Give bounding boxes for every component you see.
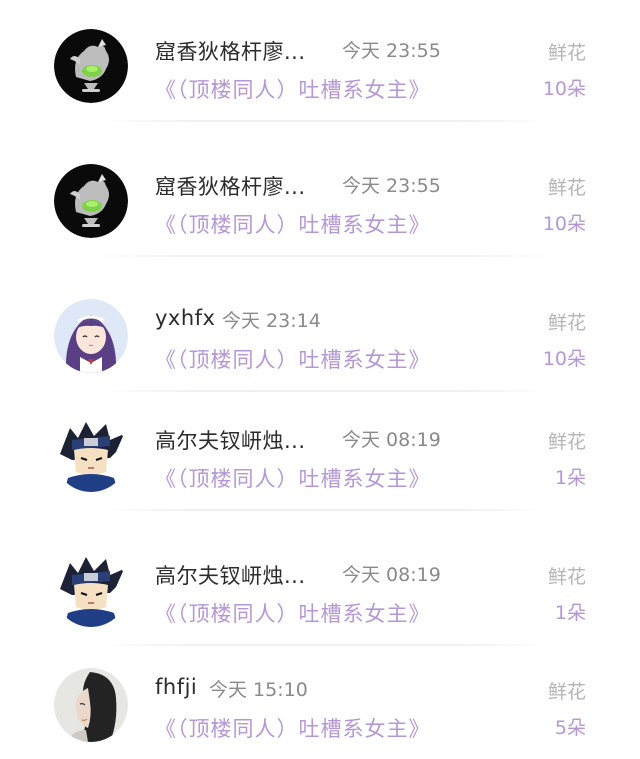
gift-type-label: 鲜花 — [547, 312, 586, 334]
timestamp: 今天 15:10 — [209, 679, 308, 701]
ninja-avatar-icon[interactable] — [54, 553, 128, 627]
list-item[interactable]: 高尔夫钗岍烛... 今天 08:19 《（顶楼同人）吐槽系女主》 鲜花 1朵 — [0, 524, 640, 644]
divider — [100, 509, 550, 511]
ninja-avatar-icon[interactable] — [54, 418, 128, 492]
rooster-avatar-icon[interactable] — [54, 164, 128, 238]
timestamp: 今天 23:55 — [342, 40, 441, 62]
book-title-link[interactable]: 《（顶楼同人）吐槽系女主》 — [155, 344, 431, 374]
timestamp: 今天 08:19 — [342, 564, 441, 586]
rooster-avatar-icon[interactable] — [54, 29, 128, 103]
username[interactable]: 高尔夫钗岍烛... — [155, 560, 306, 590]
gift-type-label: 鲜花 — [547, 42, 586, 64]
anime-girl-avatar-icon[interactable] — [54, 299, 128, 373]
username[interactable]: 窟香狄格杆廖... — [155, 171, 306, 201]
book-title-link[interactable]: 《（顶楼同人）吐槽系女主》 — [155, 598, 431, 628]
list-item[interactable]: 窟香狄格杆廖... 今天 23:55 《（顶楼同人）吐槽系女主》 鲜花 10朵 — [0, 0, 640, 120]
username[interactable]: yxhfx — [155, 306, 216, 330]
list-item[interactable]: 窟香狄格杆廖... 今天 23:55 《（顶楼同人）吐槽系女主》 鲜花 10朵 — [0, 135, 640, 255]
username[interactable]: 窟香狄格杆廖... — [155, 36, 306, 66]
gift-count: 10朵 — [542, 348, 586, 370]
divider — [100, 255, 550, 257]
gift-count: 10朵 — [542, 213, 586, 235]
username[interactable]: 高尔夫钗岍烛... — [155, 425, 306, 455]
gift-type-label: 鲜花 — [547, 177, 586, 199]
gift-count: 1朵 — [554, 602, 586, 624]
gift-record-list: 窟香狄格杆廖... 今天 23:55 《（顶楼同人）吐槽系女主》 鲜花 10朵 … — [0, 0, 640, 752]
book-title-link[interactable]: 《（顶楼同人）吐槽系女主》 — [155, 463, 431, 493]
list-item[interactable]: 高尔夫钗岍烛... 今天 08:19 《（顶楼同人）吐槽系女主》 鲜花 1朵 — [0, 389, 640, 509]
book-title-link[interactable]: 《（顶楼同人）吐槽系女主》 — [155, 74, 431, 104]
username[interactable]: fhfji — [155, 675, 197, 699]
timestamp: 今天 08:19 — [342, 429, 441, 451]
divider — [100, 120, 550, 122]
timestamp: 今天 23:55 — [342, 175, 441, 197]
woman-photo-avatar-icon[interactable] — [54, 668, 128, 742]
gift-type-label: 鲜花 — [547, 431, 586, 453]
timestamp: 今天 23:14 — [222, 310, 321, 332]
gift-count: 5朵 — [554, 717, 586, 739]
gift-count: 10朵 — [542, 78, 586, 100]
gift-type-label: 鲜花 — [547, 681, 586, 703]
list-item[interactable]: yxhfx 今天 23:14 《（顶楼同人）吐槽系女主》 鲜花 10朵 — [0, 270, 640, 390]
book-title-link[interactable]: 《（顶楼同人）吐槽系女主》 — [155, 713, 431, 743]
book-title-link[interactable]: 《（顶楼同人）吐槽系女主》 — [155, 209, 431, 239]
gift-count: 1朵 — [554, 467, 586, 489]
gift-type-label: 鲜花 — [547, 566, 586, 588]
list-item[interactable]: fhfji 今天 15:10 《（顶楼同人）吐槽系女主》 鲜花 5朵 — [0, 639, 640, 759]
